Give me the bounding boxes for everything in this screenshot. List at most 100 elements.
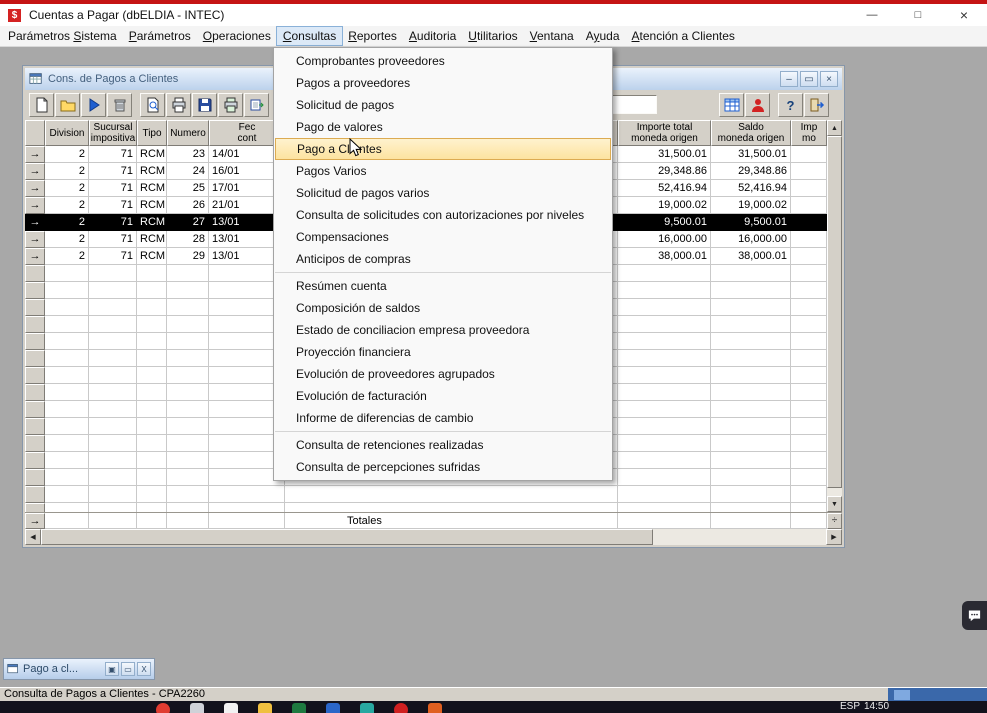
- menubar-item[interactable]: Atención a Clientes: [626, 27, 741, 45]
- menubar-item[interactable]: Consultas: [277, 27, 342, 45]
- vertical-scroll-track[interactable]: [827, 488, 842, 496]
- close-button[interactable]: ×: [941, 4, 987, 26]
- cell-sucursal[interactable]: 71: [89, 231, 137, 248]
- column-header-sucursal[interactable]: Sucursalimpositiva: [89, 120, 137, 146]
- menu-item[interactable]: Evolución de facturación: [274, 385, 612, 407]
- cell-imp[interactable]: [791, 180, 827, 197]
- child-close-button[interactable]: ×: [820, 71, 838, 87]
- preview-button[interactable]: [140, 93, 165, 117]
- cell-tipo[interactable]: RCM: [137, 214, 167, 231]
- print-button[interactable]: [166, 93, 191, 117]
- new-record-button[interactable]: [29, 93, 54, 117]
- user-security-button[interactable]: [745, 93, 770, 117]
- taskbar-app-icon[interactable]: [224, 703, 238, 713]
- menubar-item[interactable]: Operaciones: [197, 27, 277, 45]
- maximize-button[interactable]: □: [895, 4, 941, 26]
- taskbar-app-icon[interactable]: [394, 703, 408, 713]
- cell-imp[interactable]: [791, 146, 827, 163]
- cell-division[interactable]: 2: [45, 146, 89, 163]
- column-header-numero[interactable]: Numero: [167, 120, 209, 146]
- menubar-item[interactable]: Auditoria: [403, 27, 462, 45]
- cell-numero[interactable]: 25: [167, 180, 209, 197]
- column-header-division[interactable]: Division: [45, 120, 89, 146]
- taskbar-app-icon[interactable]: [292, 703, 306, 713]
- taskbar-app-icon[interactable]: [326, 703, 340, 713]
- cell-saldo[interactable]: 19,000.02: [711, 197, 791, 214]
- column-header-imp[interactable]: Impmo: [791, 120, 827, 146]
- cell-saldo[interactable]: 29,348.86: [711, 163, 791, 180]
- vertical-scroll-thumb[interactable]: [827, 136, 842, 488]
- cell-numero[interactable]: 26: [167, 197, 209, 214]
- cell-division[interactable]: 2: [45, 163, 89, 180]
- menu-item[interactable]: Pago a Clientes: [275, 138, 611, 160]
- cell-saldo[interactable]: 31,500.01: [711, 146, 791, 163]
- exit-button[interactable]: [804, 93, 829, 117]
- cell-imp[interactable]: [791, 248, 827, 265]
- child-minimize-button[interactable]: –: [780, 71, 798, 87]
- cell-importe[interactable]: 31,500.01: [618, 146, 711, 163]
- empty-table-row[interactable]: [25, 486, 827, 503]
- column-header-importe[interactable]: Importe totalmoneda origen: [618, 120, 711, 146]
- cell-tipo[interactable]: RCM: [137, 248, 167, 265]
- cell-tipo[interactable]: RCM: [137, 197, 167, 214]
- scroll-right-icon[interactable]: ▶: [826, 529, 842, 545]
- child-maximize-button[interactable]: ▭: [800, 71, 818, 87]
- menu-item[interactable]: Resúmen cuenta: [274, 275, 612, 297]
- taskbar-app-icon[interactable]: [156, 703, 170, 713]
- menu-item[interactable]: Solicitud de pagos varios: [274, 182, 612, 204]
- cell-division[interactable]: 2: [45, 214, 89, 231]
- cell-imp[interactable]: [791, 163, 827, 180]
- minimized-window-pago[interactable]: Pago a cl... ▣ ▭ X: [3, 658, 155, 680]
- scroll-up-icon[interactable]: ▲: [827, 120, 842, 136]
- help-button[interactable]: ?: [778, 93, 803, 117]
- cell-saldo[interactable]: 38,000.01: [711, 248, 791, 265]
- totals-spinner[interactable]: ÷: [827, 513, 842, 529]
- menubar-item[interactable]: Utilitarios: [462, 27, 523, 45]
- menubar-item[interactable]: Ventana: [524, 27, 580, 45]
- minimize-button[interactable]: —: [849, 4, 895, 26]
- menu-item[interactable]: Pago de valores: [274, 116, 612, 138]
- taskbar-app-icon[interactable]: [360, 703, 374, 713]
- cell-division[interactable]: 2: [45, 180, 89, 197]
- cell-imp[interactable]: [791, 231, 827, 248]
- scroll-down-icon[interactable]: ▼: [827, 496, 842, 512]
- delete-button[interactable]: [107, 93, 132, 117]
- cell-importe[interactable]: 9,500.01: [618, 214, 711, 231]
- chat-overlay-button[interactable]: [962, 601, 987, 630]
- cell-numero[interactable]: 28: [167, 231, 209, 248]
- menu-item[interactable]: Comprobantes proveedores: [274, 50, 612, 72]
- menu-item[interactable]: Anticipos de compras: [274, 248, 612, 270]
- menu-item[interactable]: Pagos Varios: [274, 160, 612, 182]
- menu-item[interactable]: Consulta de percepciones sufridas: [274, 456, 612, 478]
- menu-item[interactable]: Composición de saldos: [274, 297, 612, 319]
- menu-item[interactable]: Estado de conciliacion empresa proveedor…: [274, 319, 612, 341]
- export-button[interactable]: [244, 93, 269, 117]
- restore-button[interactable]: ▣: [105, 662, 119, 676]
- taskbar-app-icon[interactable]: [258, 703, 272, 713]
- language-indicator[interactable]: ESP: [840, 701, 860, 713]
- cell-numero[interactable]: 27: [167, 214, 209, 231]
- cell-sucursal[interactable]: 71: [89, 248, 137, 265]
- clock[interactable]: 14:50: [864, 701, 889, 713]
- cell-imp[interactable]: [791, 214, 827, 231]
- cell-sucursal[interactable]: 71: [89, 214, 137, 231]
- horizontal-scroll-track[interactable]: [653, 529, 826, 545]
- cell-sucursal[interactable]: 71: [89, 163, 137, 180]
- table-view-button[interactable]: [719, 93, 744, 117]
- cell-division[interactable]: 2: [45, 231, 89, 248]
- close-button[interactable]: X: [137, 662, 151, 676]
- cell-numero[interactable]: 24: [167, 163, 209, 180]
- horizontal-scrollbar[interactable]: ◀ ▶: [25, 529, 842, 545]
- scroll-left-icon[interactable]: ◀: [25, 529, 41, 545]
- column-header-tipo[interactable]: Tipo: [137, 120, 167, 146]
- cell-imp[interactable]: [791, 197, 827, 214]
- menu-item[interactable]: Evolución de proveedores agrupados: [274, 363, 612, 385]
- cell-saldo[interactable]: 16,000.00: [711, 231, 791, 248]
- maximize-button[interactable]: ▭: [121, 662, 135, 676]
- cell-saldo[interactable]: 9,500.01: [711, 214, 791, 231]
- cell-importe[interactable]: 19,000.02: [618, 197, 711, 214]
- cell-division[interactable]: 2: [45, 248, 89, 265]
- cell-tipo[interactable]: RCM: [137, 163, 167, 180]
- cell-tipo[interactable]: RCM: [137, 146, 167, 163]
- menubar-item[interactable]: Ayuda: [580, 27, 626, 45]
